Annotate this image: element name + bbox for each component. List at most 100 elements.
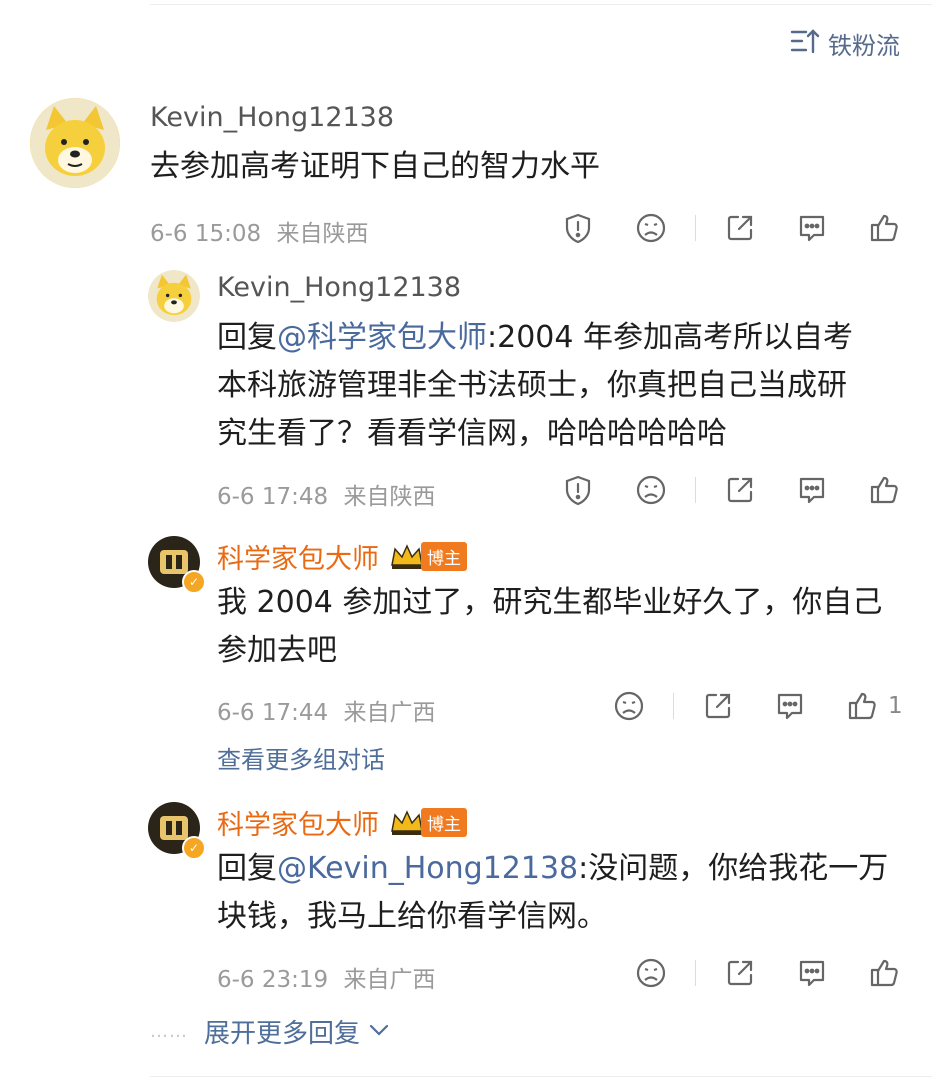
like-button[interactable] bbox=[864, 470, 904, 510]
blogger-username[interactable]: 科学家包大师 bbox=[217, 537, 379, 576]
blogger-tag: 博主 bbox=[421, 542, 467, 571]
like-count: 1 bbox=[888, 693, 903, 719]
thumbs-up-icon bbox=[870, 214, 898, 242]
shield-warning-icon bbox=[565, 475, 591, 506]
bottom-divider bbox=[150, 1076, 932, 1077]
blogger-avatar[interactable]: ✓ bbox=[148, 536, 206, 594]
blogger-name-row: 科学家包大师 博主 bbox=[217, 537, 467, 576]
reply-username[interactable]: Kevin_Hong12138 bbox=[217, 272, 461, 303]
blogger-tag: 博主 bbox=[421, 808, 467, 837]
reply-time: 6-6 17:44 bbox=[217, 700, 329, 726]
reply-meta: 6-6 23:19 来自广西 bbox=[217, 960, 435, 994]
sad-face-icon bbox=[636, 213, 666, 243]
reply-meta: 6-6 17:44 来自广西 bbox=[217, 693, 435, 727]
dislike-button[interactable] bbox=[631, 470, 671, 510]
action-divider bbox=[695, 215, 696, 241]
chevron-down-icon bbox=[368, 1022, 390, 1041]
reply-actions bbox=[631, 953, 904, 993]
verified-icon: ✓ bbox=[182, 836, 206, 860]
reply-button[interactable] bbox=[792, 953, 832, 993]
share-icon bbox=[727, 477, 753, 503]
reply-time: 6-6 17:48 bbox=[217, 484, 329, 510]
comment-text: 去参加高考证明下自己的智力水平 bbox=[150, 149, 600, 184]
reply-location: 来自广西 bbox=[343, 700, 436, 726]
mention-link[interactable]: @科学家包大师 bbox=[277, 320, 487, 355]
expand-dots: …… bbox=[150, 1021, 188, 1042]
expand-more-row[interactable]: …… 展开更多回复 bbox=[150, 1013, 390, 1050]
share-icon bbox=[727, 960, 753, 986]
action-divider bbox=[673, 693, 674, 719]
mention-link[interactable]: @Kevin_Hong12138 bbox=[277, 851, 578, 886]
thumbs-up-icon bbox=[870, 959, 898, 987]
share-button[interactable] bbox=[720, 470, 760, 510]
thumbs-up-icon bbox=[870, 476, 898, 504]
blogger-badge: 博主 bbox=[389, 808, 467, 837]
user-avatar[interactable] bbox=[30, 98, 120, 188]
crown-icon bbox=[391, 809, 423, 835]
expand-more-replies-link[interactable]: 展开更多回复 bbox=[204, 1013, 360, 1050]
top-divider bbox=[150, 4, 932, 5]
reply-location: 来自陕西 bbox=[343, 484, 436, 510]
comment-icon bbox=[799, 477, 825, 504]
sad-face-icon bbox=[636, 958, 666, 988]
report-button[interactable] bbox=[558, 208, 598, 248]
shield-warning-icon bbox=[565, 213, 591, 244]
comment-icon bbox=[799, 960, 825, 987]
reply-button[interactable] bbox=[770, 686, 810, 726]
share-button[interactable] bbox=[720, 953, 760, 993]
sort-icon bbox=[790, 28, 820, 60]
share-icon bbox=[727, 215, 753, 241]
reply-text: 回复@Kevin_Hong12138:没问题，你给我花一万 块钱，我马上给你看学… bbox=[217, 845, 907, 941]
comment-time: 6-6 15:08 bbox=[150, 221, 262, 247]
action-divider bbox=[695, 477, 696, 503]
view-more-conversation-link[interactable]: 查看更多组对话 bbox=[217, 740, 385, 775]
reply-avatar[interactable] bbox=[148, 270, 200, 322]
reply-line: 回复@Kevin_Hong12138:没问题，你给我花一万 bbox=[217, 845, 907, 893]
reply-prefix: 回复 bbox=[217, 320, 277, 355]
reply-location: 来自广西 bbox=[343, 967, 436, 993]
thumbs-up-icon bbox=[848, 692, 876, 720]
reply-text: 回复@科学家包大师:2004 年参加高考所以自考 本科旅游管理非全书法硕士，你真… bbox=[217, 314, 897, 458]
reply-text-segment: :没问题，你给我花一万 bbox=[578, 851, 889, 886]
comment-username[interactable]: Kevin_Hong12138 bbox=[150, 102, 394, 133]
reply-text-segment: :2004 年参加高考所以自考 bbox=[487, 320, 853, 355]
like-button[interactable] bbox=[864, 953, 904, 993]
reply-actions: 1 bbox=[609, 686, 903, 726]
doge-avatar-icon bbox=[148, 270, 200, 322]
reply-meta: 6-6 17:48 来自陕西 bbox=[217, 477, 435, 511]
sort-label: 铁粉流 bbox=[828, 32, 900, 60]
reply-line: 参加去吧 bbox=[217, 633, 337, 668]
like-button[interactable] bbox=[864, 208, 904, 248]
reply-line: 块钱，我马上给你看学信网。 bbox=[217, 899, 607, 934]
reply-line: 我 2004 参加过了，研究生都毕业好久了，你自己 bbox=[217, 585, 883, 620]
share-button[interactable] bbox=[720, 208, 760, 248]
blogger-username[interactable]: 科学家包大师 bbox=[217, 803, 379, 842]
reply-actions bbox=[558, 470, 904, 510]
verified-icon: ✓ bbox=[182, 570, 206, 594]
dislike-button[interactable] bbox=[631, 953, 671, 993]
reply-time: 6-6 23:19 bbox=[217, 967, 329, 993]
sad-face-icon bbox=[636, 475, 666, 505]
report-button[interactable] bbox=[558, 470, 598, 510]
doge-avatar-icon bbox=[30, 98, 120, 188]
share-icon bbox=[705, 693, 731, 719]
dislike-button[interactable] bbox=[609, 686, 649, 726]
comment-icon bbox=[799, 215, 825, 242]
reply-button[interactable] bbox=[792, 470, 832, 510]
like-button[interactable] bbox=[842, 686, 882, 726]
comment-location: 来自陕西 bbox=[276, 221, 369, 247]
reply-line: 究生看了？看看学信网，哈哈哈哈哈哈 bbox=[217, 416, 727, 451]
comment-meta: 6-6 15:08 来自陕西 bbox=[150, 214, 368, 248]
reply-text: 我 2004 参加过了，研究生都毕业好久了，你自己 参加去吧 bbox=[217, 579, 907, 675]
action-divider bbox=[695, 960, 696, 986]
reply-button[interactable] bbox=[792, 208, 832, 248]
blogger-badge: 博主 bbox=[389, 542, 467, 571]
reply-line: 回复@科学家包大师:2004 年参加高考所以自考 bbox=[217, 314, 897, 362]
sort-button[interactable]: 铁粉流 bbox=[790, 26, 900, 61]
sad-face-icon bbox=[614, 691, 644, 721]
dislike-button[interactable] bbox=[631, 208, 671, 248]
crown-icon bbox=[391, 543, 423, 569]
share-button[interactable] bbox=[698, 686, 738, 726]
comment-actions bbox=[558, 208, 904, 248]
blogger-avatar[interactable]: ✓ bbox=[148, 802, 206, 860]
